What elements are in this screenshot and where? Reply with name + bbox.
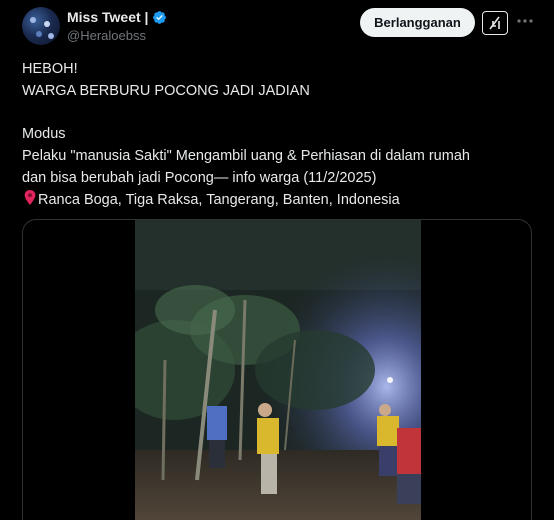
author-name-row[interactable]: Miss Tweet |	[67, 9, 167, 25]
more-icon[interactable]	[514, 10, 536, 32]
avatar-detail	[48, 33, 54, 39]
avatar-detail	[30, 17, 36, 23]
tweet-location-line: Ranca Boga, Tiga Raksa, Tangerang, Bante…	[22, 189, 542, 212]
tweet-line: Pelaku "manusia Sakti" Mengambil uang & …	[22, 148, 470, 165]
tweet-line: WARGA BERBURU POCONG JADI JADIAN	[22, 82, 310, 99]
avatar-detail	[36, 31, 42, 37]
verified-badge-icon	[153, 10, 167, 24]
ellipsis-icon	[517, 19, 533, 23]
author-handle[interactable]: @Heraloebss	[67, 28, 146, 43]
tweet-line: Modus	[22, 126, 66, 143]
subscribe-button[interactable]: Berlangganan	[360, 8, 475, 37]
grok-glyph-icon	[489, 16, 500, 30]
avatar[interactable]	[22, 7, 60, 45]
tweet-location: Ranca Boga, Tiga Raksa, Tangerang, Bante…	[38, 191, 400, 208]
tweet-line: dan bisa berubah jadi Pocong— info warga…	[22, 169, 377, 186]
avatar-detail	[44, 21, 50, 27]
tweet-body: HEBOH! WARGA BERBURU POCONG JADI JADIAN …	[22, 59, 542, 212]
author-name[interactable]: Miss Tweet |	[67, 9, 148, 25]
media-container[interactable]	[22, 219, 532, 520]
video-scene-image	[135, 220, 421, 520]
video-thumbnail[interactable]	[135, 220, 421, 520]
grok-icon[interactable]	[482, 11, 508, 35]
tweet-line: HEBOH!	[22, 61, 78, 77]
pin-icon	[24, 189, 36, 205]
tweet-header: Miss Tweet | @Heraloebss Berlangganan	[0, 0, 554, 56]
